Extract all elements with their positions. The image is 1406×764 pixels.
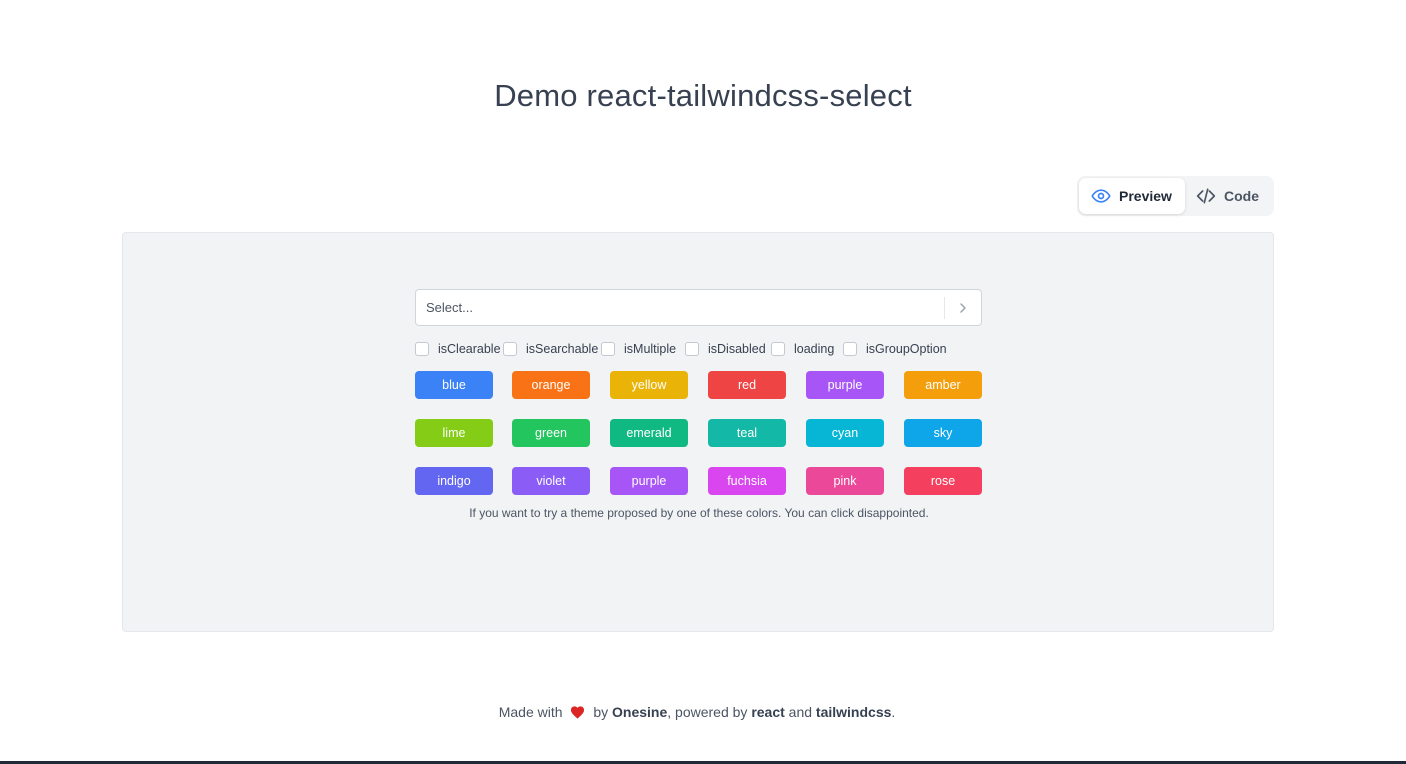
option-label: isSearchable	[526, 342, 599, 356]
theme-button-lime[interactable]: lime	[415, 419, 493, 447]
theme-button-fuchsia[interactable]: fuchsia	[708, 467, 786, 495]
checkbox[interactable]	[503, 342, 517, 356]
page-title: Demo react-tailwindcss-select	[494, 78, 912, 113]
theme-button-teal[interactable]: teal	[708, 419, 786, 447]
theme-button-yellow[interactable]: yellow	[610, 371, 688, 399]
heart-icon	[570, 704, 585, 724]
footer-tailwind-link[interactable]: tailwindcss	[816, 704, 891, 720]
theme-hint: If you want to try a theme proposed by o…	[469, 506, 929, 520]
chevron-right-icon[interactable]	[956, 301, 970, 315]
theme-button-emerald[interactable]: emerald	[610, 419, 688, 447]
checkbox[interactable]	[843, 342, 857, 356]
option-label: isDisabled	[708, 342, 766, 356]
option-ismultiple[interactable]: isMultiple	[601, 340, 676, 358]
footer: Made with by Onesine, powered by react a…	[0, 702, 1394, 724]
option-isclearable[interactable]: isClearable	[415, 340, 501, 358]
select-input[interactable]: Select...	[415, 289, 982, 326]
footer-author-link[interactable]: Onesine	[612, 704, 667, 720]
tab-preview-label: Preview	[1119, 188, 1172, 204]
checkbox[interactable]	[771, 342, 785, 356]
footer-and: and	[788, 704, 813, 720]
option-isdisabled[interactable]: isDisabled	[685, 340, 766, 358]
tab-code[interactable]: Code	[1187, 178, 1272, 214]
theme-button-orange[interactable]: orange	[512, 371, 590, 399]
option-label: isMultiple	[624, 342, 677, 356]
theme-button-violet[interactable]: violet	[512, 467, 590, 495]
theme-button-sky[interactable]: sky	[904, 419, 982, 447]
eye-icon	[1091, 186, 1119, 206]
theme-button-blue[interactable]: blue	[415, 371, 493, 399]
checkbox[interactable]	[415, 342, 429, 356]
theme-button-red[interactable]: red	[708, 371, 786, 399]
theme-button-indigo[interactable]: indigo	[415, 467, 493, 495]
theme-button-amber[interactable]: amber	[904, 371, 982, 399]
option-isgroupoption[interactable]: isGroupOption	[843, 340, 947, 358]
footer-react-link[interactable]: react	[751, 704, 784, 720]
footer-by: by	[593, 704, 609, 720]
select-placeholder: Select...	[426, 300, 473, 315]
theme-button-cyan[interactable]: cyan	[806, 419, 884, 447]
checkbox[interactable]	[601, 342, 615, 356]
footer-powered-by: , powered by	[667, 704, 748, 720]
footer-made-with: Made with	[498, 704, 563, 720]
theme-button-pink[interactable]: pink	[806, 467, 884, 495]
theme-button-purple[interactable]: purple	[610, 467, 688, 495]
checkbox[interactable]	[685, 342, 699, 356]
option-label: loading	[794, 342, 835, 356]
option-issearchable[interactable]: isSearchable	[503, 340, 598, 358]
option-label: isClearable	[438, 342, 501, 356]
code-icon	[1196, 186, 1224, 206]
tab-code-label: Code	[1224, 188, 1259, 204]
view-tabs: Preview Code	[1077, 176, 1274, 216]
theme-button-purple[interactable]: purple	[806, 371, 884, 399]
select-divider	[944, 297, 945, 319]
option-loading[interactable]: loading	[771, 340, 834, 358]
footer-period: .	[891, 704, 896, 720]
theme-button-green[interactable]: green	[512, 419, 590, 447]
tab-preview[interactable]: Preview	[1079, 178, 1185, 214]
option-label: isGroupOption	[866, 342, 947, 356]
theme-button-rose[interactable]: rose	[904, 467, 982, 495]
